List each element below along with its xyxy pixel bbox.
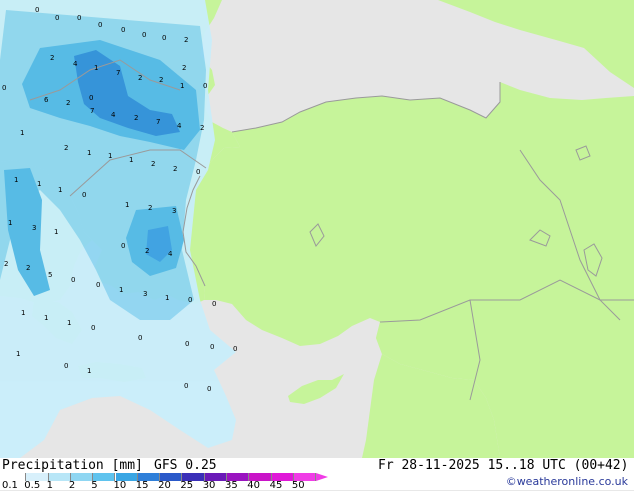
precipitation-map: 0 0 0 0 0 0 0 2 2 4 1 7 2 2 2 1 0 0 6 2 0 7 4 2 7 4 2 1 2 1 1 1 2 2 0 1 1 1 0 1… [0,0,634,458]
precip-value-38: 0 [82,191,86,199]
precip-value-25: 4 [177,122,182,130]
legend-label-9: 30 [202,480,216,491]
precip-value-37: 1 [58,186,62,194]
precip-value-19: 2 [66,99,70,107]
legend-label-13: 50 [291,480,305,491]
precip-value-20: 0 [89,94,93,102]
precip-value-63: 0 [185,340,189,348]
precip-value-23: 2 [134,114,138,122]
precip-value-5: 0 [142,31,146,39]
precip-value-36: 1 [37,180,41,188]
precip-value-4: 0 [121,26,125,34]
precip-value-70: 0 [207,385,211,393]
precip-value-59: 1 [44,314,48,322]
precip-value-14: 2 [182,64,186,72]
precip-value-42: 1 [8,219,12,227]
precip-value-0: 0 [35,6,39,14]
credit-link[interactable]: ©weatheronline.co.uk [506,475,628,488]
legend-label-2: 1 [46,480,53,491]
legend-arrow [316,473,329,481]
precip-value-6: 0 [162,34,166,42]
precip-value-61: 0 [91,324,95,332]
precip-value-45: 0 [121,242,125,250]
precip-value-13: 2 [159,76,163,84]
precip-value-27: 1 [20,129,24,137]
precip-value-53: 1 [119,286,123,294]
precip-value-30: 1 [108,152,112,160]
precip-value-21: 7 [90,107,94,115]
precip-value-3: 0 [98,21,102,29]
legend-label-1: 0.5 [24,480,41,491]
precip-value-39: 1 [125,201,129,209]
legend-label-7: 20 [158,480,171,491]
precip-value-52: 0 [96,281,100,289]
precip-value-43: 3 [32,224,36,232]
model-name: GFS 0.25 [154,458,217,473]
precip-value-60: 1 [67,319,71,327]
valid-time: Fr 28-11-2025 15..18 UTC (00+42) [378,458,629,473]
precip-value-68: 1 [87,367,91,375]
precip-value-58: 1 [21,309,25,317]
precip-value-12: 2 [138,74,142,82]
precip-value-1: 0 [55,14,59,22]
precip-value-9: 4 [73,60,78,68]
precip-value-15: 1 [180,82,184,90]
map-title: Precipitation [mm] [2,458,143,473]
precip-value-33: 2 [173,165,177,173]
legend-label-12: 45 [269,480,283,491]
legend-label-6: 15 [135,480,149,491]
precip-value-49: 2 [26,264,30,272]
precip-value-51: 0 [71,276,75,284]
precip-value-34: 0 [196,168,200,176]
precip-value-11: 7 [116,69,120,77]
precip-value-57: 0 [212,300,216,308]
precip-value-46: 2 [145,247,149,255]
precip-value-22: 4 [111,111,116,119]
legend-label-3: 2 [68,480,76,491]
precip-value-8: 2 [50,54,54,62]
precip-value-55: 1 [165,294,169,302]
precip-value-62: 0 [138,334,142,342]
precip-value-26: 2 [200,124,204,132]
precip-value-31: 1 [129,156,133,164]
precip-value-16: 0 [203,82,207,90]
precip-value-47: 4 [168,250,173,258]
legend-label-4: 5 [91,480,98,491]
precip-value-67: 0 [64,362,68,370]
precip-value-65: 0 [233,345,237,353]
precip-value-29: 1 [87,149,91,157]
precip-value-50: 5 [48,271,52,279]
precip-value-7: 2 [184,36,188,44]
footer-bar: Precipitation [mm] GFS 0.25 Fr 28-11-202… [0,458,634,491]
precip-value-10: 1 [94,64,98,72]
precip-value-40: 2 [148,204,152,212]
legend-label-8: 25 [180,480,194,491]
precip-value-56: 0 [188,296,192,304]
precip-value-24: 7 [156,118,160,126]
precip-value-66: 1 [16,350,20,358]
precip-value-41: 3 [172,207,176,215]
legend-label-5: 10 [113,480,127,491]
precip-value-48: 2 [4,260,8,268]
precip-value-17: 0 [2,84,6,92]
precip-value-64: 0 [210,343,214,351]
precip-value-32: 2 [151,160,155,168]
legend-label-10: 35 [225,480,238,491]
precip-value-69: 0 [184,382,188,390]
precip-value-54: 3 [143,290,147,298]
precip-value-28: 2 [64,144,68,152]
precip-value-44: 1 [54,228,58,236]
precip-value-2: 0 [77,14,81,22]
precip-value-18: 6 [44,96,49,104]
precip-value-35: 1 [14,176,18,184]
legend-label-0: 0.1 [2,480,18,491]
legend-label-11: 40 [247,480,261,491]
